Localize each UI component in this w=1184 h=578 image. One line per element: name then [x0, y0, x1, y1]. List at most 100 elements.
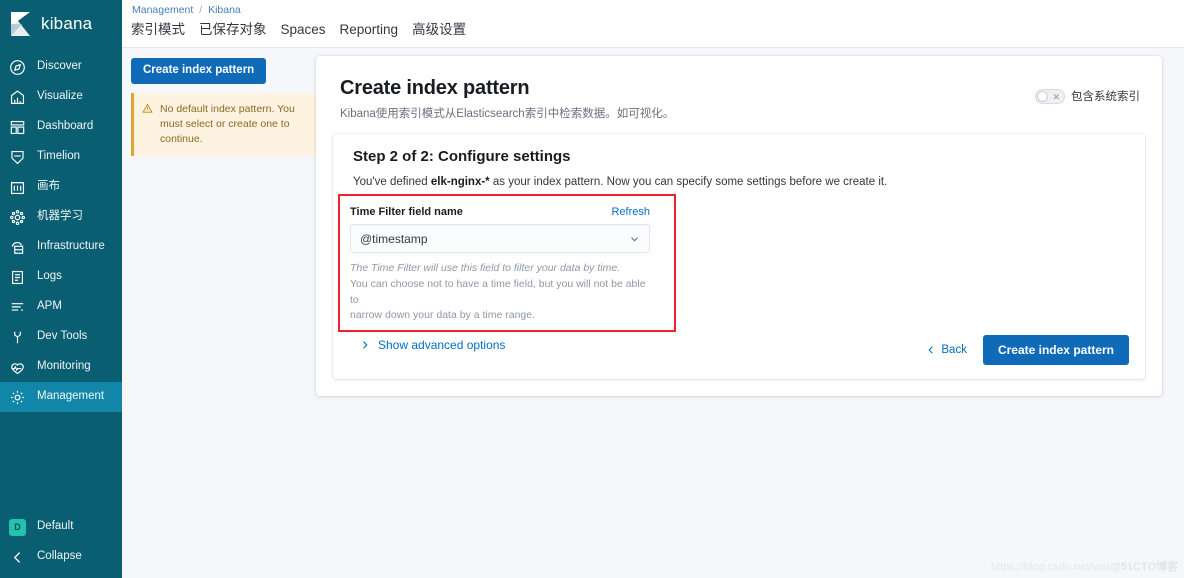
timelion-icon — [9, 149, 26, 166]
kibana-logo[interactable]: kibana — [0, 0, 122, 48]
chevron-right-icon — [360, 340, 370, 350]
kibana-logo-text: kibana — [41, 14, 93, 33]
tab-reporting[interactable]: Reporting — [340, 21, 399, 40]
sidebar-nav: Discover Visualize Dashboard Timelion 画布… — [0, 52, 122, 412]
kibana-app: kibana Discover Visualize Dashboard Time… — [0, 0, 1184, 578]
canvas-icon — [9, 179, 26, 196]
sidebar-item-label: 机器学习 — [37, 210, 83, 223]
step-description-suffix: as your index pattern. Now you can speci… — [489, 176, 888, 188]
back-button[interactable]: Back — [926, 344, 967, 356]
tab-index-patterns[interactable]: 索引模式 — [131, 21, 185, 40]
tab-spaces[interactable]: Spaces — [281, 21, 326, 40]
infrastructure-icon — [9, 239, 26, 256]
gear-icon — [9, 389, 26, 406]
sidebar-item-timelion[interactable]: Timelion — [0, 142, 122, 172]
sidebar-item-logs[interactable]: Logs — [0, 262, 122, 292]
step-description: You've defined elk-nginx-* as your index… — [353, 176, 1125, 188]
sidebar-item-infrastructure[interactable]: Infrastructure — [0, 232, 122, 262]
toggle-knob — [1037, 90, 1048, 102]
wrench-icon — [9, 329, 26, 346]
sidebar-item-label: Logs — [37, 270, 62, 283]
machine-learning-icon — [9, 209, 26, 226]
sidebar-item-canvas[interactable]: 画布 — [0, 172, 122, 202]
sidebar-item-apm[interactable]: APM — [0, 292, 122, 322]
step-description-prefix: You've defined — [353, 176, 431, 188]
bar-chart-icon — [9, 89, 26, 106]
sidebar-item-space-default[interactable]: D Default — [0, 512, 122, 542]
sidebar-item-label: Dev Tools — [37, 330, 88, 343]
sidebar-item-dev-tools[interactable]: Dev Tools — [0, 322, 122, 352]
sidebar-item-label: APM — [37, 300, 62, 313]
no-default-index-pattern-callout: No default index pattern. You must selec… — [131, 92, 316, 157]
sidebar-item-visualize[interactable]: Visualize — [0, 82, 122, 112]
back-button-label: Back — [941, 344, 967, 356]
arrow-left-icon — [9, 549, 26, 566]
time-filter-field-label: Time Filter field name — [350, 206, 463, 218]
dashboard-icon — [9, 119, 26, 136]
include-system-indices-control: ✕ 包含系统索引 — [1035, 88, 1140, 104]
space-label: Default — [37, 520, 74, 533]
include-system-indices-label: 包含系统索引 — [1071, 91, 1140, 103]
panel-header: Create index pattern Kibana使用索引模式从Elasti… — [316, 56, 1162, 121]
sidebar-item-label: 画布 — [37, 180, 60, 193]
chevron-left-icon — [926, 345, 936, 355]
sidebar-item-discover[interactable]: Discover — [0, 52, 122, 82]
tab-saved-objects[interactable]: 已保存对象 — [199, 21, 267, 40]
chevron-down-icon — [629, 233, 640, 244]
sidebar-item-label: Infrastructure — [37, 240, 105, 253]
sidebar-collapse-button[interactable]: Collapse — [0, 542, 122, 572]
breadcrumb-root[interactable]: Management — [132, 4, 193, 16]
include-system-indices-toggle[interactable]: ✕ — [1035, 88, 1065, 104]
left-column: Create index pattern No default index pa… — [131, 58, 316, 157]
sidebar-item-label: Monitoring — [37, 360, 91, 373]
watermark: https://blog.csdn.net/wei @51CTO博客 — [991, 558, 1178, 574]
show-advanced-options-label: Show advanced options — [378, 338, 506, 352]
space-avatar: D — [9, 518, 26, 536]
compass-icon — [9, 59, 26, 76]
sidebar-item-machine-learning[interactable]: 机器学习 — [0, 202, 122, 232]
kibana-logo-icon — [8, 11, 34, 37]
sidebar-item-label: Dashboard — [37, 120, 94, 133]
sidebar: kibana Discover Visualize Dashboard Time… — [0, 0, 122, 578]
time-filter-field-select[interactable]: @timestamp — [350, 224, 650, 253]
help-line-2: You can choose not to have a time field,… — [350, 277, 646, 306]
header: Management / Kibana 索引模式 已保存对象 Spaces Re… — [122, 0, 1184, 48]
breadcrumb-separator: / — [199, 4, 203, 16]
breadcrumb-current[interactable]: Kibana — [208, 4, 241, 16]
help-line-1-text: The Time Filter will use this field to f… — [350, 262, 621, 274]
page-subtitle: Kibana使用索引模式从Elasticsearch索引中检索数据。如可视化。 — [340, 108, 675, 120]
sidebar-item-label: Management — [37, 390, 105, 403]
configure-settings-card: Step 2 of 2: Configure settings You've d… — [333, 134, 1145, 379]
create-index-pattern-panel: Create index pattern Kibana使用索引模式从Elasti… — [316, 56, 1162, 396]
content-area: Create index pattern No default index pa… — [122, 48, 1184, 578]
time-filter-field-row: Time Filter field name Refresh — [350, 206, 650, 218]
help-line-1: The Time Filter will use this field to f… — [350, 261, 650, 277]
tab-advanced-settings[interactable]: 高级设置 — [412, 21, 466, 40]
sidebar-item-dashboard[interactable]: Dashboard — [0, 112, 122, 142]
toggle-off-glyph: ✕ — [1052, 91, 1060, 102]
show-advanced-options-toggle[interactable]: Show advanced options — [350, 338, 650, 352]
card-actions: Back Create index pattern — [926, 335, 1129, 365]
create-index-pattern-button[interactable]: Create index pattern — [982, 335, 1129, 365]
refresh-link[interactable]: Refresh — [611, 206, 650, 218]
index-pattern-value: elk-nginx-* — [430, 176, 490, 188]
warning-icon — [142, 102, 153, 148]
sidebar-item-management[interactable]: Management — [0, 382, 122, 412]
watermark-url: https://blog.csdn.net/wei — [991, 561, 1110, 573]
create-index-pattern-button-top[interactable]: Create index pattern — [131, 58, 267, 84]
header-tabs: 索引模式 已保存对象 Spaces Reporting 高级设置 — [131, 21, 466, 40]
help-line-3: narrow down your data by a time range. — [350, 309, 536, 322]
sidebar-item-monitoring[interactable]: Monitoring — [0, 352, 122, 382]
watermark-site: @51CTO博客 — [1110, 561, 1178, 573]
apm-icon — [9, 299, 26, 316]
callout-text: No default index pattern. You must selec… — [160, 102, 295, 145]
sidebar-item-label: Discover — [37, 60, 82, 73]
step-title: Step 2 of 2: Configure settings — [353, 148, 571, 165]
breadcrumb: Management / Kibana — [132, 4, 241, 16]
time-filter-field-value: @timestamp — [360, 231, 428, 246]
sidebar-item-label: Visualize — [37, 90, 83, 103]
logs-icon — [9, 269, 26, 286]
sidebar-footer: D Default Collapse — [0, 512, 122, 572]
collapse-label: Collapse — [37, 550, 82, 563]
time-filter-help-text: The Time Filter will use this field to f… — [350, 261, 650, 324]
